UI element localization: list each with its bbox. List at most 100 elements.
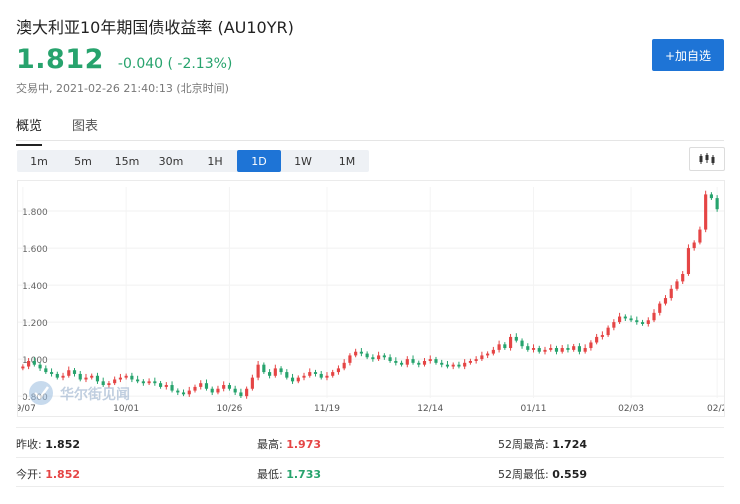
candle-body [445,364,450,367]
candle-body [319,373,323,378]
candle-body [113,379,117,384]
candle-body [336,368,341,373]
candle-body [377,355,381,360]
last-price: 1.812 [16,44,104,75]
candle-body [663,298,668,304]
candle-body [572,346,576,350]
stat-52w-high: 52周最高: 1.724 [498,438,587,451]
candle-body [640,322,645,324]
candle-body [331,372,335,376]
candle-body [514,336,518,341]
candle-body [90,375,94,378]
candle-body [141,381,145,384]
x-tick-label: 11/19 [314,404,340,414]
candle-body [136,379,140,382]
x-tick-label: 09/07 [18,404,36,414]
price-row: 1.812 -0.040 ( -2.13%) [16,44,232,75]
candle-body [158,383,163,387]
y-tick-label: 1.200 [22,319,48,329]
period-1m[interactable]: 1m [17,150,61,172]
price-chart[interactable]: 0.8001.0001.2001.4001.6001.80009/0710/01… [10,180,727,417]
candle-body [394,360,398,363]
add-to-watchlist-button[interactable]: +加自选 [652,39,724,71]
candle-body [526,346,530,350]
candle-body [181,392,186,395]
candle-body [193,386,197,391]
candle-body [623,316,627,319]
candle-body [72,370,77,374]
candle-body [686,248,691,274]
candle-body [497,344,501,350]
candle-body [709,194,713,199]
candle-body [32,360,36,365]
candle-body [49,372,54,374]
candle-body [508,336,513,349]
candle-body [600,335,604,337]
stat-low: 最低: 1.733 [257,468,322,481]
candle-body [698,229,702,243]
period-1mo[interactable]: 1M [325,150,369,172]
candle-body [170,385,174,391]
candle-body [669,288,673,299]
candle-body [227,385,232,389]
candle-body [715,198,719,210]
candle-body [176,390,180,393]
candle-body [118,377,122,380]
candle-body [245,388,249,397]
candle-body [681,273,685,282]
candle-body [147,381,151,384]
candle-body [153,381,157,384]
candle-body [101,381,105,386]
period-1w[interactable]: 1W [281,150,325,172]
candle-body [27,360,31,367]
period-1h[interactable]: 1H [193,150,237,172]
stats-table: 昨收: 1.852 最高: 1.973 52周最高: 1.724 今开: 1.8… [16,427,724,487]
y-tick-label: 1.400 [22,282,48,292]
chart-type-button[interactable] [689,147,725,171]
candle-body [434,359,438,363]
period-1d[interactable]: 1D [237,150,281,172]
candle-body [652,312,656,321]
candle-body [285,372,289,378]
candle-body [204,383,209,389]
y-tick-label: 1.600 [22,245,48,255]
candle-body [520,340,524,347]
candle-body [222,385,226,389]
candle-body [692,242,696,249]
candle-body [164,385,168,387]
stat-52w-low: 52周最低: 0.559 [498,468,587,481]
candle-body [268,372,272,376]
tab-chart[interactable]: 图表 [72,115,98,146]
candle-body [428,359,432,361]
stat-prev-close: 昨收: 1.852 [16,438,81,451]
candle-body [388,357,392,361]
candle-body [273,368,277,376]
candle-body [577,346,582,352]
stats-row: 今开: 1.852 最低: 1.733 52周最低: 0.559 [16,457,724,487]
candle-body [612,322,616,328]
candle-body [531,348,536,350]
candle-body [233,388,237,393]
period-30m[interactable]: 30m [149,150,193,172]
watermark-text: 华尔街见闻 [60,386,130,403]
period-5m[interactable]: 5m [61,150,105,172]
period-15m[interactable]: 15m [105,150,149,172]
candle-body [359,351,363,354]
y-tick-label: 1.800 [22,208,48,218]
candlestick-icon [699,153,715,165]
tab-overview[interactable]: 概览 [16,115,43,146]
x-tick-label: 10/26 [216,404,242,414]
candle-body [124,375,128,378]
trading-status: 交易中, 2021-02-26 21:40:13 (北京时间) [16,82,229,95]
candlestick-chart[interactable]: 0.8001.0001.2001.4001.6001.80009/0710/01… [10,181,727,416]
candle-body [67,370,71,376]
candle-body [313,372,318,374]
wallstreetcn-logo-icon [29,381,53,405]
candle-body [480,355,484,360]
candle-body [262,364,266,373]
x-tick-label: 12/14 [417,404,443,414]
candle-body [130,375,134,380]
candle-body [503,344,507,349]
candle-body [78,373,82,380]
candle-body [95,375,100,382]
